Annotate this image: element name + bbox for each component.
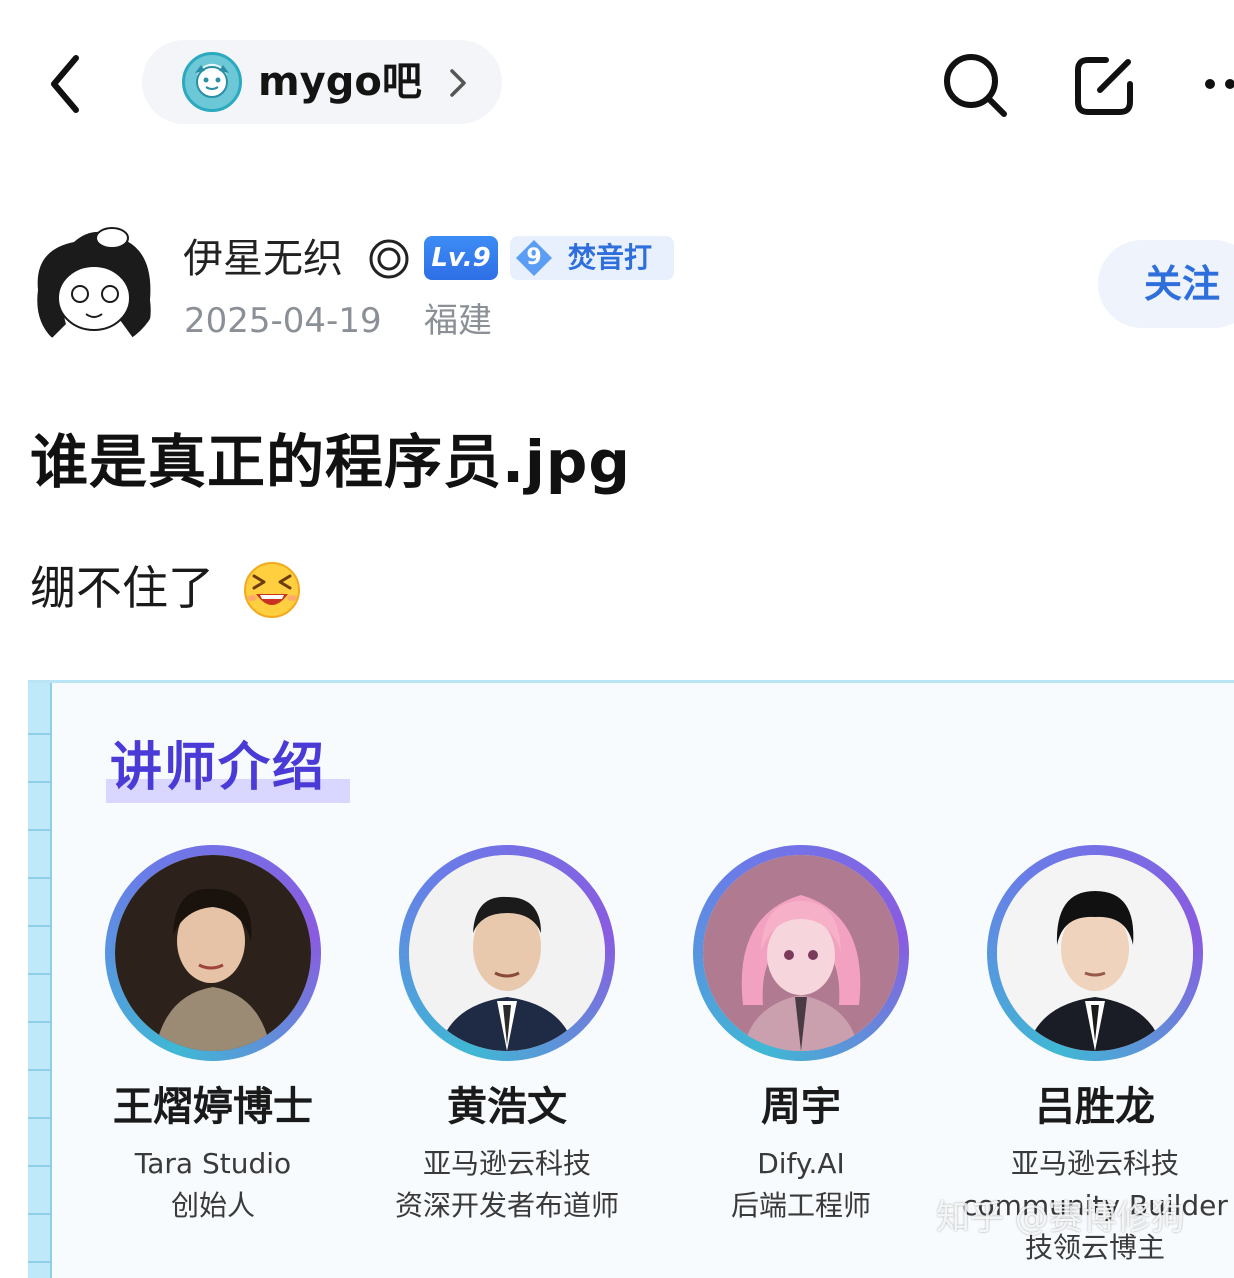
lecturer-card: 王熠婷博士 Tara Studio 创始人 <box>68 845 358 1278</box>
post-date: 2025-04-19 <box>184 301 382 341</box>
lecturer-photo-ring <box>693 845 909 1061</box>
more-icon <box>1205 79 1234 89</box>
lecturer-photo <box>703 855 899 1051</box>
lecturer-photo <box>115 855 311 1051</box>
search-icon <box>944 54 1007 117</box>
lecturer-title: 创始人 <box>170 1189 255 1222</box>
forum-name: mygo吧 <box>258 59 422 105</box>
lecturer-name: 王熠婷博士 <box>113 1084 313 1130</box>
search-button[interactable] <box>940 50 1010 120</box>
lecturer-org: Dify.AI <box>757 1147 845 1180</box>
lecturer-card: 周宇 Dify.AI 后端工程师 <box>656 845 946 1278</box>
verified-ring-icon <box>369 239 409 279</box>
lecturer-photo-ring <box>105 845 321 1061</box>
lecturer-photo-ring <box>987 845 1203 1061</box>
author-name[interactable]: 伊星无织 <box>183 234 343 284</box>
follow-button[interactable]: 关注 <box>1098 240 1234 328</box>
lecturer-title: 资深开发者布道师 <box>394 1189 619 1222</box>
edit-button[interactable] <box>1070 50 1140 120</box>
lecturer-photo <box>997 855 1193 1051</box>
lecturer-org: 亚马逊云科技 <box>422 1147 591 1180</box>
fan-badge: 9 焚音打 <box>510 236 674 280</box>
back-button[interactable] <box>40 48 96 118</box>
more-button[interactable] <box>1200 72 1234 96</box>
lecturer-card: 黄浩文 亚马逊云科技 资深开发者布道师 <box>362 845 652 1278</box>
lecturer-org: 亚马逊云科技 <box>1010 1147 1179 1180</box>
post-body: 绷不住了 <box>30 561 214 615</box>
level-badge: Lv.9 <box>424 236 498 280</box>
embed-heading: 讲师介绍 <box>110 738 327 798</box>
post-location: 福建 <box>424 301 492 341</box>
lecturer-title: 后端工程师 <box>730 1189 871 1222</box>
lecturer-photo-ring <box>399 845 615 1061</box>
fan-level: 9 <box>526 245 542 270</box>
follow-label: 关注 <box>1144 262 1221 306</box>
author-avatar[interactable] <box>24 220 160 350</box>
grinning-squint-emoji-icon <box>244 562 300 618</box>
chevron-left-icon <box>51 55 79 113</box>
lecturer-org: Tara Studio <box>134 1147 292 1180</box>
chevron-right-icon <box>450 69 466 97</box>
lecturer-photo <box>409 855 605 1051</box>
forum-avatar <box>182 52 242 112</box>
post-image[interactable]: 讲师介绍 王熠婷博士 Tara Studio 创始人 黄浩文 亚马逊云科技 资深… <box>28 680 1234 1278</box>
post-title: 谁是真正的程序员.jpg <box>30 428 631 496</box>
forum-link[interactable]: mygo吧 <box>142 40 502 124</box>
watermark: 知乎 @赛博修狗 <box>936 1198 1185 1238</box>
fan-label: 焚音打 <box>568 241 653 274</box>
lecturer-name: 周宇 <box>761 1084 841 1130</box>
top-bar: mygo吧 <box>0 0 1234 160</box>
lecturer-name: 黄浩文 <box>447 1084 567 1130</box>
lecturer-name: 吕胜龙 <box>1035 1084 1155 1130</box>
edit-icon <box>1075 57 1133 115</box>
